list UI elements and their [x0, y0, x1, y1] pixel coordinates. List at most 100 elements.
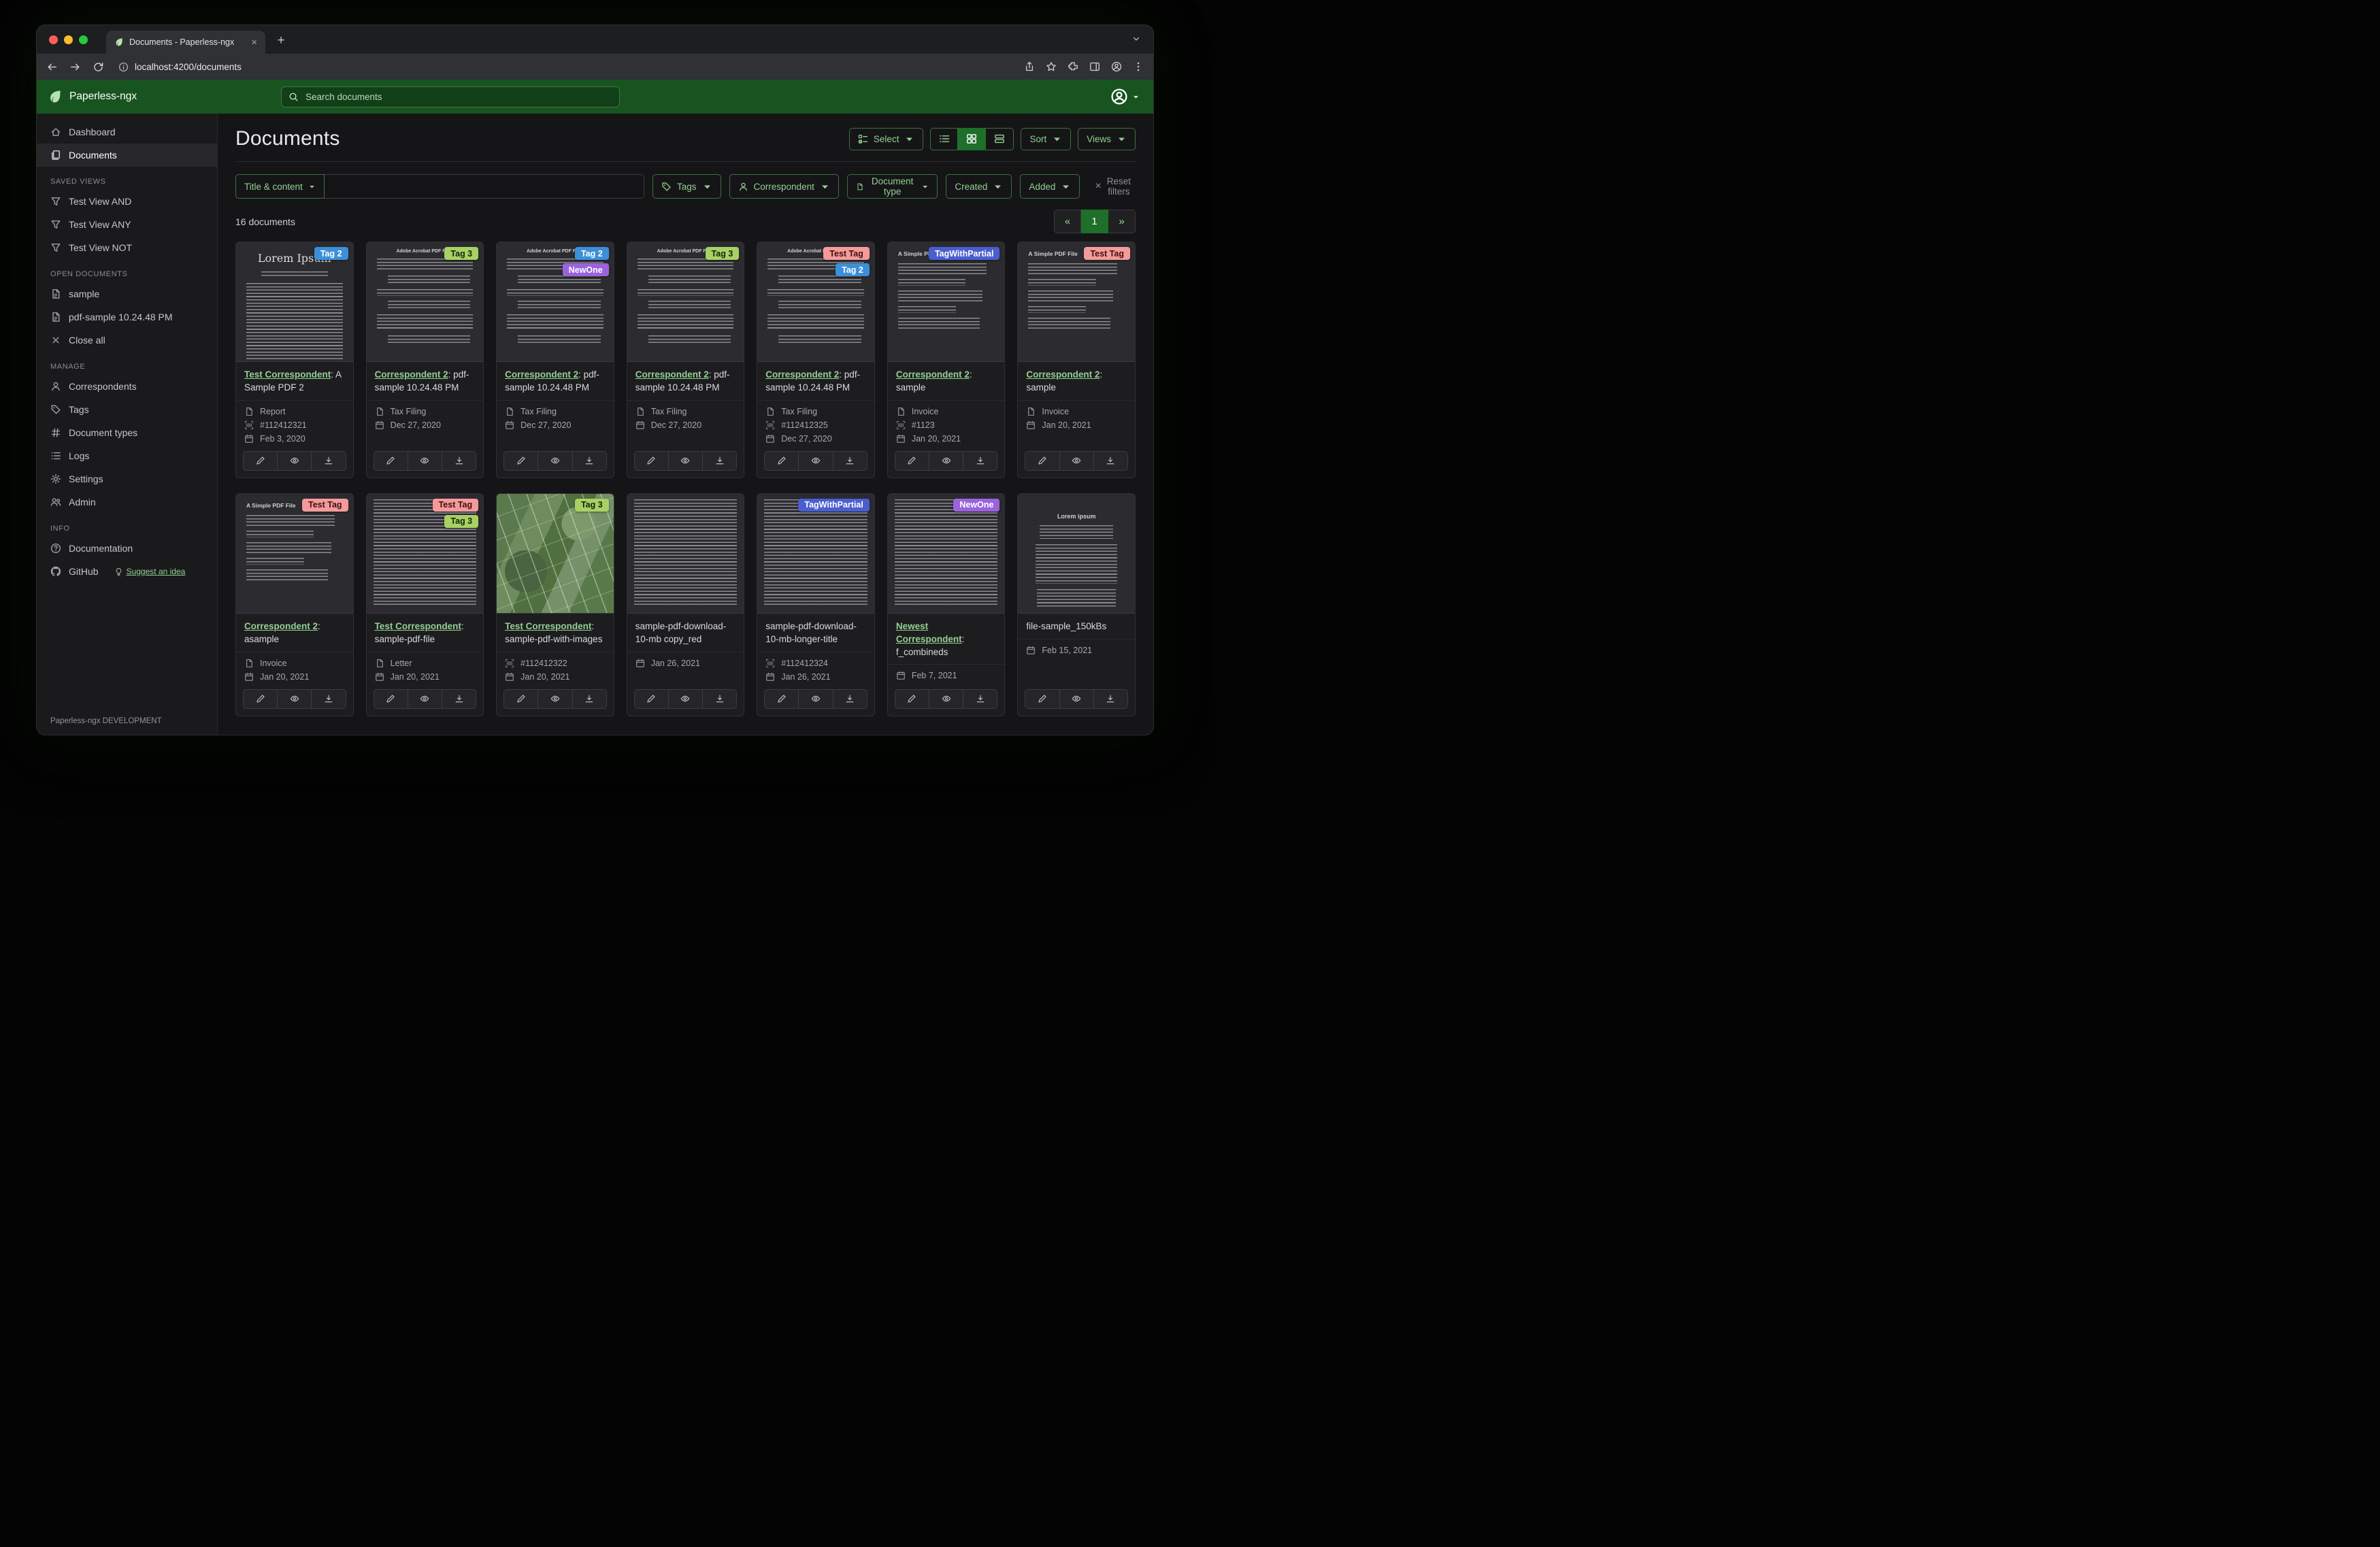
edit-document-button[interactable] [504, 451, 538, 470]
download-document-button[interactable] [1093, 689, 1127, 708]
document-title[interactable]: Newest Correspondent: f_combineds [896, 620, 997, 659]
sidebar-item-logs[interactable]: Logs [37, 444, 217, 467]
side-panel-icon[interactable] [1089, 61, 1100, 72]
sidebar-item-documents[interactable]: Documents [37, 144, 217, 167]
correspondent-link[interactable]: Correspondent 2 [896, 369, 970, 380]
document-title[interactable]: Correspondent 2: sample [896, 369, 997, 395]
download-document-button[interactable] [572, 451, 606, 470]
view-mode-detail-button[interactable] [986, 127, 1014, 150]
sidebar-item-github[interactable]: GitHub Suggest an idea [37, 560, 217, 583]
view-document-button[interactable] [667, 451, 703, 470]
document-title[interactable]: Correspondent 2: pdf-sample 10.24.48 PM [505, 369, 606, 395]
global-search[interactable] [281, 86, 620, 107]
download-document-button[interactable] [311, 689, 346, 708]
created-filter-button[interactable]: Created [946, 174, 1012, 199]
share-icon[interactable] [1024, 61, 1035, 72]
download-document-button[interactable] [311, 451, 346, 470]
next-page-button[interactable]: » [1108, 210, 1136, 233]
document-card[interactable]: Lorem Ipsum Tag 2 Test Correspondent: A Sa… [235, 242, 354, 478]
view-document-button[interactable] [798, 451, 833, 470]
tag-badge[interactable]: Tag 3 [574, 498, 609, 512]
page-1-button[interactable]: 1 [1081, 210, 1108, 233]
back-icon[interactable] [46, 61, 58, 73]
correspondent-link[interactable]: Correspondent 2 [1026, 369, 1100, 380]
document-thumbnail[interactable]: TagWithPartial [757, 493, 874, 614]
document-card[interactable]: Tag 3 Test Correspondent: sample-pdf-with… [496, 493, 614, 716]
view-mode-list-button[interactable] [930, 127, 959, 150]
document-title[interactable]: Test Correspondent: sample-pdf-with-imag… [505, 620, 606, 646]
view-document-button[interactable] [667, 689, 703, 708]
document-thumbnail[interactable]: A Simple PDF File Test Tag [1018, 242, 1135, 362]
tag-badge[interactable]: NewOne [953, 498, 1000, 512]
bookmark-star-icon[interactable] [1046, 61, 1057, 72]
sidebar-item-sample[interactable]: sample [37, 282, 217, 305]
sidebar-item-settings[interactable]: Settings [37, 467, 217, 490]
document-card[interactable]: Adobe Acrobat PDF Files Test Tag Tag 2 Corr… [757, 242, 875, 478]
document-card[interactable]: TagWithPartial sample-pdf-download-10-mb-… [757, 493, 875, 716]
correspondent-link[interactable]: Test Correspondent [375, 621, 461, 631]
document-thumbnail[interactable]: Adobe Acrobat PDF Files Tag 3 [627, 242, 744, 362]
correspondent-link[interactable]: Test Correspondent [505, 621, 591, 631]
document-title[interactable]: Correspondent 2: sample [1026, 369, 1127, 395]
sidebar-item-dashboard[interactable]: Dashboard [37, 120, 217, 144]
document-thumbnail[interactable]: Adobe Acrobat PDF Files Tag 3 [366, 242, 484, 362]
download-document-button[interactable] [963, 689, 997, 708]
edit-document-button[interactable] [765, 689, 799, 708]
download-document-button[interactable] [572, 689, 606, 708]
view-document-button[interactable] [929, 451, 963, 470]
document-type-filter-button[interactable]: Document type [846, 174, 938, 199]
close-window-button[interactable] [49, 35, 58, 44]
tag-badge[interactable]: Tag 2 [836, 263, 870, 276]
added-filter-button[interactable]: Added [1020, 174, 1080, 199]
download-document-button[interactable] [441, 689, 476, 708]
download-document-button[interactable] [963, 451, 997, 470]
sidebar-item-admin[interactable]: Admin [37, 490, 217, 514]
document-card[interactable]: Adobe Acrobat PDF Files Tag 3 Corresponden… [626, 242, 745, 478]
correspondent-link[interactable]: Correspondent 2 [505, 369, 578, 380]
sidebar-item-pdf-sample-10-24-48-pm[interactable]: pdf-sample 10.24.48 PM [37, 305, 217, 329]
correspondent-link[interactable]: Newest Correspondent [896, 621, 962, 644]
document-thumbnail[interactable]: Lorem Ipsum Tag 2 [236, 242, 353, 362]
edit-document-button[interactable] [1025, 689, 1059, 708]
edit-document-button[interactable] [895, 451, 929, 470]
tag-badge[interactable]: Tag 2 [314, 247, 348, 260]
sidebar-item-document-types[interactable]: Document types [37, 421, 217, 444]
download-document-button[interactable] [1093, 451, 1127, 470]
correspondent-filter-button[interactable]: Correspondent [729, 174, 839, 199]
edit-document-button[interactable] [244, 689, 278, 708]
document-thumbnail[interactable]: Adobe Acrobat PDF Files Tag 2 NewOne [497, 242, 614, 362]
reset-filters-button[interactable]: × Reset filters [1091, 176, 1136, 197]
document-thumbnail[interactable]: A Simple PDF File TagWithPartial [887, 242, 1005, 362]
user-menu[interactable] [1110, 88, 1142, 105]
sidebar-item-documentation[interactable]: Documentation [37, 537, 217, 560]
edit-document-button[interactable] [895, 689, 929, 708]
document-title[interactable]: Test Correspondent: A Sample PDF 2 [244, 369, 345, 395]
tag-badge[interactable]: Tag 3 [705, 247, 740, 260]
view-document-button[interactable] [407, 689, 442, 708]
correspondent-link[interactable]: Test Correspondent [244, 369, 331, 380]
tag-badge[interactable]: Tag 3 [444, 514, 479, 528]
download-document-button[interactable] [702, 689, 737, 708]
edit-document-button[interactable] [765, 451, 799, 470]
edit-document-button[interactable] [244, 451, 278, 470]
tag-badge[interactable]: TagWithPartial [928, 247, 1000, 260]
document-card[interactable]: sample-pdf-download-10-mb copy_red Jan 26… [626, 493, 745, 716]
maximize-window-button[interactable] [79, 35, 88, 44]
document-card[interactable]: NewOne Newest Correspondent: f_combineds F… [887, 493, 1006, 716]
download-document-button[interactable] [832, 451, 867, 470]
document-card[interactable]: Lorem ipsum file-sample_150kBs Feb 15, 202… [1017, 493, 1136, 716]
document-thumbnail[interactable]: A Simple PDF File Test Tag [236, 493, 353, 614]
document-title[interactable]: Correspondent 2: pdf-sample 10.24.48 PM [635, 369, 736, 395]
filter-text-input[interactable] [324, 174, 644, 199]
correspondent-link[interactable]: Correspondent 2 [765, 369, 839, 380]
sidebar-item-test-view-not[interactable]: Test View NOT [37, 236, 217, 259]
download-document-button[interactable] [702, 451, 737, 470]
search-input[interactable] [304, 90, 612, 103]
document-thumbnail[interactable]: Test Tag Tag 3 [366, 493, 484, 614]
document-card[interactable]: A Simple PDF File TagWithPartial Correspon… [887, 242, 1006, 478]
document-card[interactable]: Test Tag Tag 3 Test Correspondent: sample-… [365, 493, 484, 716]
sidebar-item-correspondents[interactable]: Correspondents [37, 375, 217, 398]
document-card[interactable]: A Simple PDF File Test Tag Correspondent 2… [235, 493, 354, 716]
browser-tab[interactable]: Documents - Paperless-ngx × [106, 31, 265, 54]
tag-badge[interactable]: NewOne [562, 263, 609, 276]
